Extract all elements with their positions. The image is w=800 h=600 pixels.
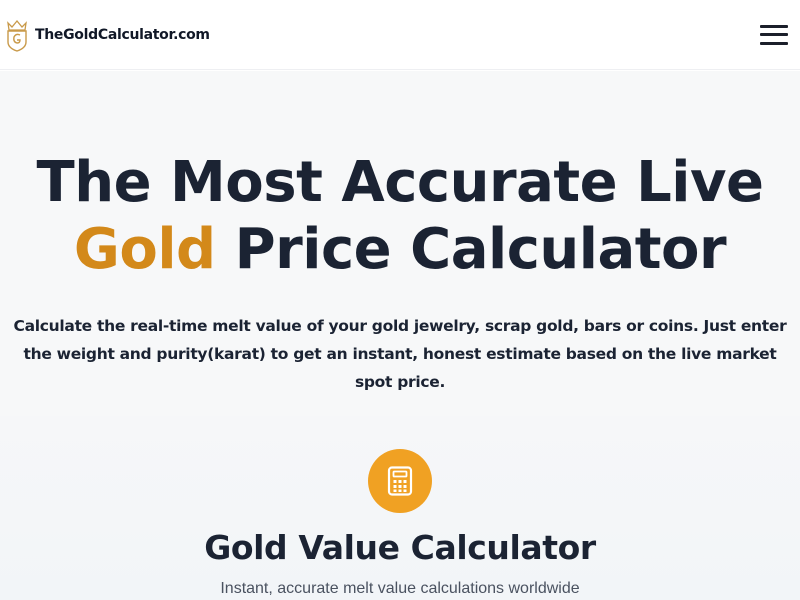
brand-link[interactable]: TheGoldCalculator.com <box>5 18 210 52</box>
calculator-title: Gold Value Calculator <box>204 528 596 567</box>
calculator-subtitle: Instant, accurate melt value calculation… <box>220 580 580 597</box>
hamburger-menu-icon <box>760 24 788 28</box>
gold-crest-logo-icon <box>7 19 27 52</box>
hero-description: Calculate the real-time melt value of yo… <box>13 317 787 391</box>
brand-name: TheGoldCalculator.com <box>35 26 210 43</box>
hero-title: The Most Accurate Live Gold Price Calcul… <box>0 149 800 283</box>
site-header: TheGoldCalculator.com <box>0 0 800 70</box>
menu-button[interactable] <box>760 23 790 47</box>
calculator-icon-badge <box>368 449 432 513</box>
calculator-icon <box>387 466 413 496</box>
hero-title-line1: The Most Accurate Live <box>36 150 764 215</box>
calculator-section: Gold Value Calculator Instant, accurate … <box>0 416 800 600</box>
hamburger-menu-icon-bar <box>760 41 788 45</box>
hero-section: The Most Accurate Live Gold Price Calcul… <box>0 71 800 416</box>
hero-title-gold-word: Gold <box>73 217 216 282</box>
hero-title-line2: Price Calculator <box>215 217 727 282</box>
hamburger-menu-icon-bar <box>760 33 788 36</box>
